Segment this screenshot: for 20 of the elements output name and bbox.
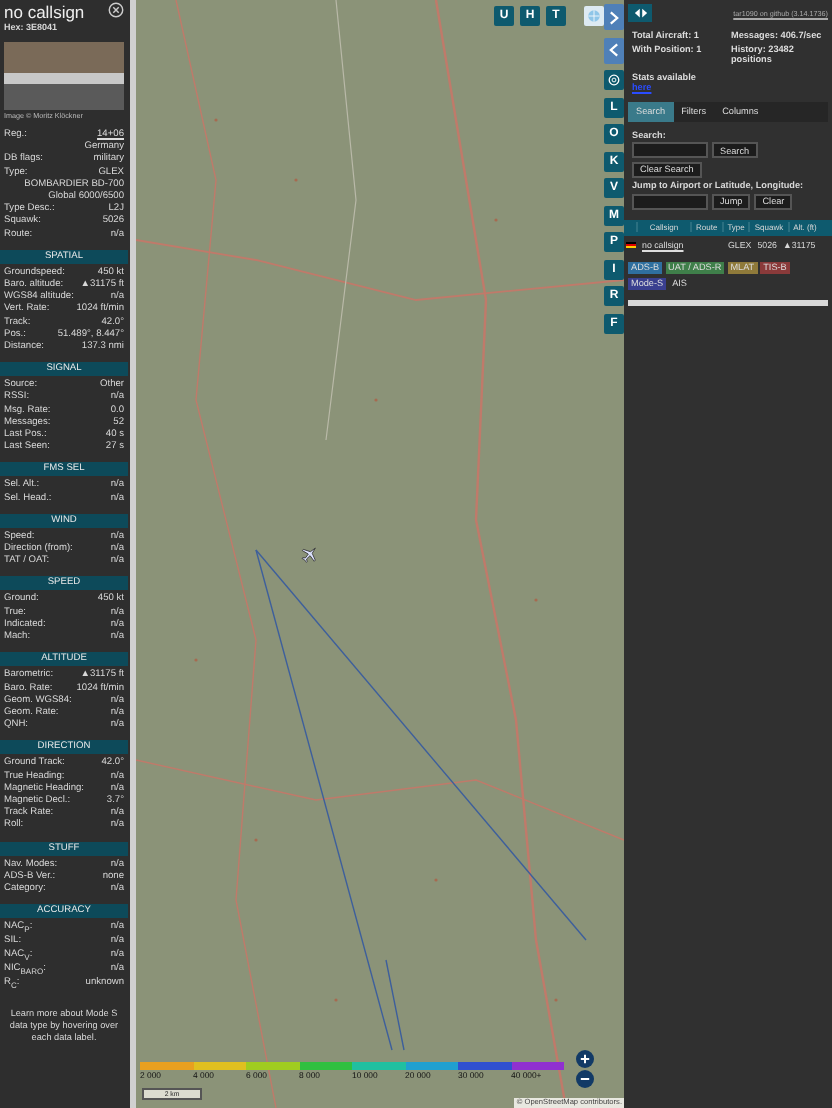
aircraft-title: no callsign	[4, 2, 85, 22]
plus-icon	[578, 1052, 592, 1066]
close-icon[interactable]	[108, 2, 124, 18]
aircraft-icon[interactable]	[300, 544, 320, 564]
globe-icon	[586, 8, 602, 24]
arrows-icon	[631, 6, 649, 20]
photo-placeholder	[4, 42, 124, 110]
scrollbar[interactable]	[130, 0, 136, 1108]
collapse-button[interactable]	[604, 37, 624, 63]
expand-button[interactable]	[604, 4, 624, 30]
scrollbar[interactable]	[628, 300, 828, 307]
settings-icon	[606, 72, 622, 88]
search-field[interactable]	[632, 142, 708, 159]
settings-button[interactable]	[604, 70, 624, 90]
chevron-right-icon	[606, 9, 622, 25]
flag-icon	[626, 241, 636, 248]
jump-field[interactable]	[632, 193, 708, 210]
minus-icon	[578, 1072, 592, 1086]
chevron-left-icon	[606, 42, 622, 58]
panel-toggle-button[interactable]	[628, 4, 652, 22]
